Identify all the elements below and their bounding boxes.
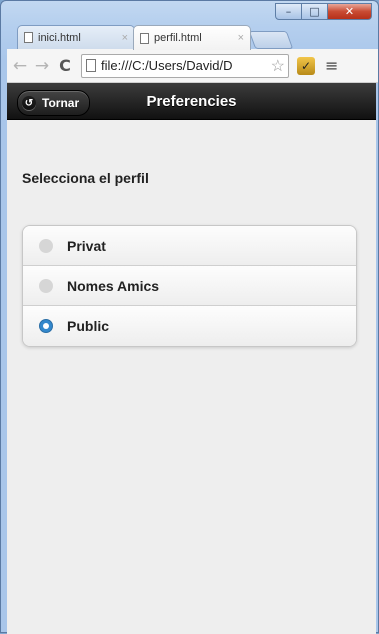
extension-icon[interactable]: ✓ (297, 56, 315, 75)
browser-window: – □ ✕ inici.html × perfil.html × ← → C f… (0, 0, 379, 634)
tab-label: inici.html (38, 31, 81, 44)
bookmark-star-icon[interactable]: ☆ (271, 56, 285, 76)
tab-perfil[interactable]: perfil.html × (133, 25, 251, 50)
minimize-button[interactable]: – (275, 3, 302, 20)
window-controls: – □ ✕ (275, 3, 372, 20)
radio-label[interactable]: Privat (67, 238, 106, 254)
close-tab-icon[interactable]: × (238, 32, 244, 44)
reload-icon[interactable]: C (55, 56, 75, 75)
profile-legend: Selecciona el perfil (22, 170, 149, 186)
back-arrow-icon[interactable]: ← (11, 56, 29, 76)
radio-option-public[interactable]: Public (23, 306, 356, 346)
profile-radio-group: Privat Nomes Amics Public (22, 225, 357, 347)
radio-icon[interactable] (39, 278, 53, 293)
page-icon (86, 59, 96, 72)
tab-label: perfil.html (154, 32, 202, 44)
menu-icon[interactable]: ≡ (325, 56, 338, 75)
close-window-button[interactable]: ✕ (328, 3, 372, 20)
forward-arrow-icon[interactable]: → (33, 56, 51, 76)
form-content: Selecciona el perfil Privat Nomes Amics … (7, 170, 376, 347)
radio-option-privat[interactable]: Privat (23, 226, 356, 266)
back-button[interactable]: ↺ Tornar (17, 90, 91, 116)
back-button-label: Tornar (42, 96, 80, 110)
page-title: Preferencies (146, 92, 237, 110)
close-tab-icon[interactable]: × (122, 32, 128, 44)
new-tab-button[interactable] (248, 31, 294, 49)
page-content: ↺ Tornar Preferencies Selecciona el perf… (7, 83, 376, 634)
tab-strip: inici.html × perfil.html × (9, 25, 379, 50)
browser-toolbar: ← → C file:///C:/Users/David/D ☆ ✓ ≡ (7, 49, 378, 83)
address-text[interactable]: file:///C:/Users/David/D (101, 58, 268, 73)
radio-icon[interactable] (39, 238, 53, 253)
radio-option-nomes-amics[interactable]: Nomes Amics (23, 266, 356, 306)
maximize-button[interactable]: □ (302, 3, 328, 20)
radio-checked-icon[interactable] (39, 319, 53, 333)
page-header: ↺ Tornar Preferencies (7, 83, 376, 120)
radio-label[interactable]: Nomes Amics (67, 278, 159, 294)
document-icon (24, 32, 33, 43)
address-bar[interactable]: file:///C:/Users/David/D ☆ (81, 53, 289, 78)
radio-label[interactable]: Public (67, 318, 109, 334)
back-circle-icon: ↺ (22, 96, 36, 110)
document-icon (140, 32, 149, 44)
tab-inici[interactable]: inici.html × (17, 25, 135, 49)
